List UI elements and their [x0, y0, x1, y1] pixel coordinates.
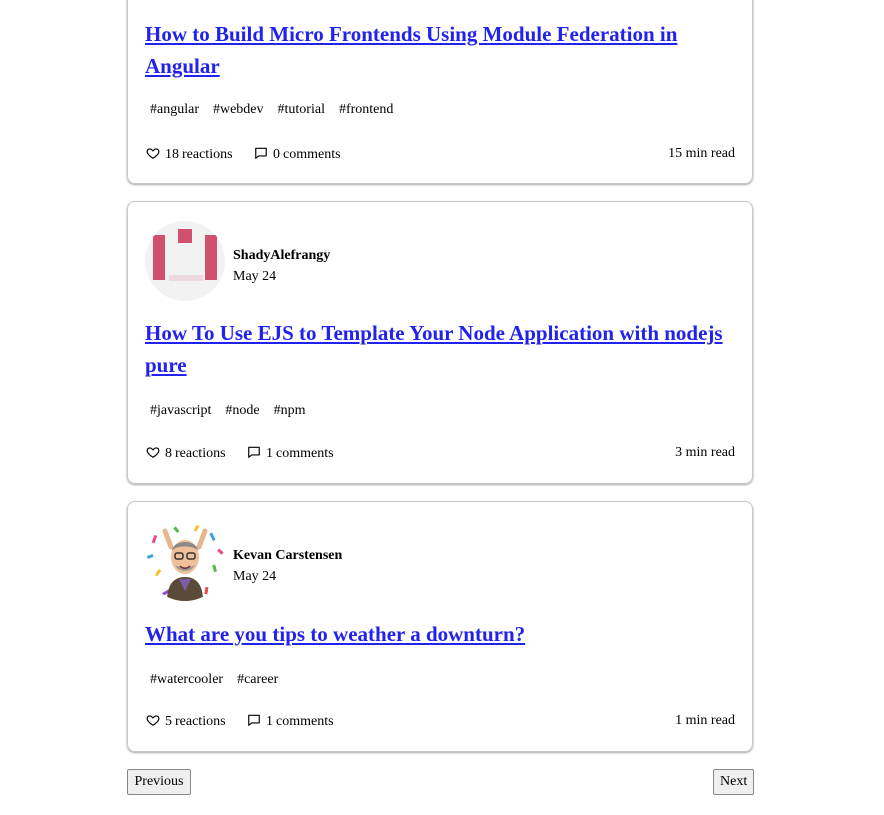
reactions-count: 8 [165, 446, 172, 461]
comment-icon [248, 714, 260, 726]
tag-list: #angular #webdev #tutorial #frontend [150, 102, 407, 118]
reactions-link[interactable]: 18 reactions [146, 146, 233, 163]
heart-icon [146, 148, 160, 159]
post-stats: 8 reactions 1 comments 3 min read [146, 445, 735, 465]
tag-link[interactable]: #node [225, 403, 259, 419]
avatar[interactable] [145, 521, 225, 601]
post-date: May 24 [233, 569, 277, 584]
comments-count: 1 [266, 714, 274, 729]
heart-icon [146, 447, 160, 458]
reactions-label: reactions [182, 147, 233, 162]
tag-link[interactable]: #tutorial [278, 102, 325, 118]
reactions-count: 5 [165, 714, 172, 729]
read-time: 1 min read [675, 713, 735, 728]
comments-label: comments [276, 714, 334, 729]
author-name[interactable]: Kevan Carstensen [233, 548, 342, 564]
tag-link[interactable]: #frontend [339, 102, 393, 118]
post-card: ShadyAlefrangy May 24 How To Use EJS to … [127, 201, 753, 484]
read-time: 15 min read [668, 146, 735, 161]
post-title-link[interactable]: How to Build Micro Frontends Using Modul… [145, 18, 738, 82]
comments-count: 0 [273, 147, 281, 162]
comments-link[interactable]: 1 comments [247, 445, 334, 462]
reactions-count: 18 [165, 147, 179, 162]
post-card: How to Build Micro Frontends Using Modul… [127, 0, 753, 184]
tag-list: #javascript #node #npm [150, 403, 320, 419]
tag-link[interactable]: #webdev [213, 102, 264, 118]
reactions-link[interactable]: 8 reactions [146, 445, 226, 462]
post-date: May 24 [233, 269, 277, 284]
previous-button[interactable]: Previous [127, 769, 191, 795]
comments-link[interactable]: 1 comments [247, 713, 334, 730]
post-stats: 18 reactions 0 comments 15 min read [146, 146, 735, 166]
avatar[interactable] [145, 221, 225, 301]
reactions-label: reactions [175, 446, 226, 461]
tag-link[interactable]: #javascript [150, 403, 211, 419]
tag-link[interactable]: #npm [274, 403, 306, 419]
comment-icon [248, 446, 260, 458]
tag-list: #watercooler #career [150, 672, 292, 688]
author-name[interactable]: ShadyAlefrangy [233, 248, 330, 264]
post-title-link[interactable]: What are you tips to weather a downturn? [145, 618, 738, 650]
comments-count: 1 [266, 446, 274, 461]
comment-icon [255, 147, 267, 159]
tag-link[interactable]: #watercooler [150, 672, 223, 688]
comments-label: comments [276, 446, 334, 461]
next-button[interactable]: Next [713, 769, 754, 795]
reactions-link[interactable]: 5 reactions [146, 713, 226, 730]
read-time: 3 min read [675, 445, 735, 460]
post-card: Kevan Carstensen May 24 What are you tip… [127, 501, 753, 752]
tag-link[interactable]: #career [237, 672, 278, 688]
reactions-label: reactions [175, 714, 226, 729]
comments-label: comments [283, 147, 341, 162]
post-stats: 5 reactions 1 comments 1 min read [146, 713, 735, 733]
post-title-link[interactable]: How To Use EJS to Template Your Node App… [145, 317, 738, 381]
comments-link[interactable]: 0 comments [254, 146, 341, 163]
tag-link[interactable]: #angular [150, 102, 199, 118]
heart-icon [146, 715, 160, 726]
